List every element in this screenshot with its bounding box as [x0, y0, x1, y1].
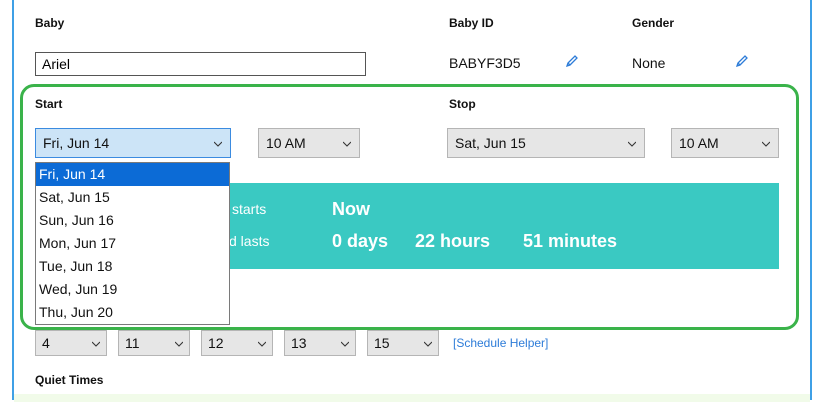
chevron-down-icon	[175, 341, 183, 347]
chevron-down-icon	[424, 341, 432, 347]
gender-label: Gender	[632, 16, 675, 30]
schedule-value: 13	[291, 335, 307, 351]
chevron-down-icon	[92, 341, 100, 347]
baby-id-label: Baby ID	[449, 16, 494, 30]
baby-name-input[interactable]	[35, 52, 366, 76]
dropdown-option[interactable]: Thu, Jun 20	[36, 301, 229, 324]
edit-baby-id-icon[interactable]	[564, 53, 580, 69]
edit-gender-icon[interactable]	[734, 53, 750, 69]
start-date-dropdown-list[interactable]: Fri, Jun 14 Sat, Jun 15 Sun, Jun 16 Mon,…	[35, 162, 230, 325]
dropdown-option[interactable]: Fri, Jun 14	[36, 163, 229, 186]
dropdown-option[interactable]: Tue, Jun 18	[36, 255, 229, 278]
schedule-value: 11	[125, 335, 140, 351]
bottom-strip	[14, 394, 810, 402]
schedule-value: 15	[374, 335, 390, 351]
schedule-helper-link[interactable]: [Schedule Helper]	[453, 336, 548, 350]
baby-id-value: BABYF3D5	[449, 55, 521, 71]
chevron-down-icon	[258, 341, 266, 347]
schedule-value: 12	[208, 335, 224, 351]
schedule-select-2[interactable]: 11	[118, 330, 190, 356]
baby-label: Baby	[35, 16, 65, 30]
chevron-down-icon	[341, 341, 349, 347]
dropdown-option[interactable]: Wed, Jun 19	[36, 278, 229, 301]
schedule-select-3[interactable]: 12	[201, 330, 273, 356]
dropdown-option[interactable]: Sun, Jun 16	[36, 209, 229, 232]
gender-value: None	[632, 55, 666, 71]
schedule-select-1[interactable]: 4	[35, 330, 107, 356]
dropdown-option[interactable]: Sat, Jun 15	[36, 186, 229, 209]
schedule-value: 4	[42, 335, 50, 351]
schedule-select-5[interactable]: 15	[367, 330, 439, 356]
quiet-times-label: Quiet Times	[35, 373, 104, 387]
schedule-select-4[interactable]: 13	[284, 330, 356, 356]
dropdown-option[interactable]: Mon, Jun 17	[36, 232, 229, 255]
